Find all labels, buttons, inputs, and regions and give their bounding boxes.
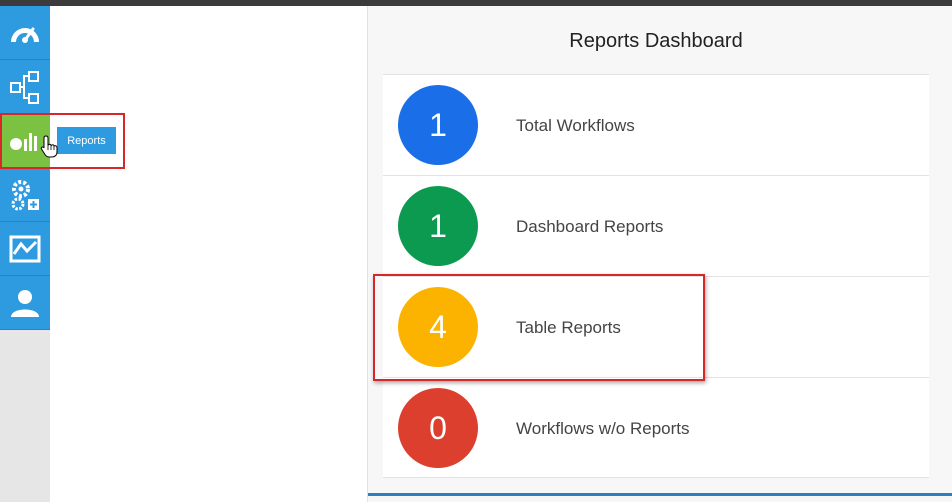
user-icon <box>11 289 39 317</box>
report-list: 1 Total Workflows 1 Dashboard Reports 4 … <box>383 74 929 478</box>
hand-cursor-icon <box>40 135 58 158</box>
row-label: Total Workflows <box>516 116 635 135</box>
gears-add-icon <box>11 179 39 210</box>
row-label: Workflows w/o Reports <box>516 419 690 438</box>
count-badge: 0 <box>398 388 478 468</box>
report-row-table-reports[interactable]: 4 Table Reports <box>383 276 929 377</box>
report-row-workflows-without-reports[interactable]: 0 Workflows w/o Reports <box>383 377 929 478</box>
sidebar-item-settings[interactable] <box>0 168 50 222</box>
sidebar-item-dashboard[interactable] <box>0 6 50 60</box>
main-content-area <box>50 6 367 502</box>
reports-dashboard-panel: Reports Dashboard 1 Total Workflows 1 Da… <box>367 6 952 502</box>
row-label: Table Reports <box>516 318 621 337</box>
workflow-icon <box>10 70 39 104</box>
sidebar-background <box>0 330 50 502</box>
report-row-dashboard-reports[interactable]: 1 Dashboard Reports <box>383 175 929 276</box>
reports-tooltip: Reports <box>57 127 116 154</box>
count-badge: 4 <box>398 287 478 367</box>
sidebar-item-analytics[interactable] <box>0 222 50 276</box>
count-badge: 1 <box>398 186 478 266</box>
sidebar <box>0 6 50 330</box>
row-label: Dashboard Reports <box>516 217 664 236</box>
sidebar-item-workflows[interactable] <box>0 60 50 114</box>
speedometer-icon <box>11 27 39 43</box>
panel-bottom-bar <box>368 493 952 496</box>
panel-title: Reports Dashboard <box>569 30 743 52</box>
count-badge: 1 <box>398 85 478 165</box>
report-row-total-workflows[interactable]: 1 Total Workflows <box>383 74 929 175</box>
reports-chart-icon <box>10 132 37 151</box>
sidebar-item-user[interactable] <box>0 276 50 330</box>
line-chart-icon <box>9 235 41 262</box>
